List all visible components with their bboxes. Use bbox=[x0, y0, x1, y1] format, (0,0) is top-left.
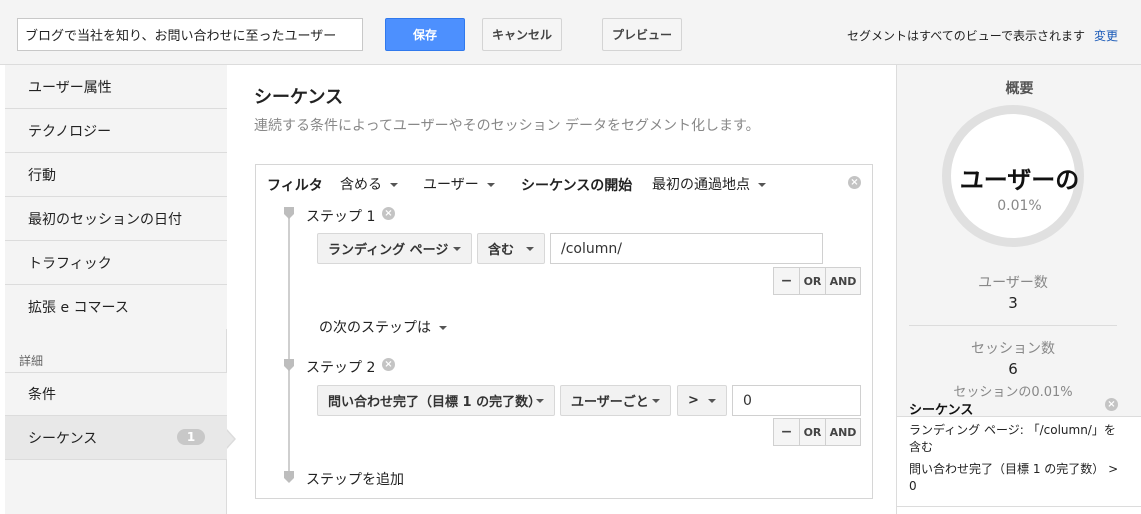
chevron-down-icon bbox=[708, 399, 716, 403]
remove-filter-icon[interactable]: × bbox=[848, 176, 861, 189]
step-1-dimension: ランディング ページ bbox=[328, 243, 449, 258]
and-button[interactable]: AND bbox=[825, 267, 861, 295]
remove-step-2-icon[interactable]: × bbox=[382, 358, 395, 371]
or-button[interactable]: OR bbox=[799, 267, 826, 295]
chevron-down-icon bbox=[526, 247, 534, 251]
page-description: 連続する条件によってユーザーやそのセッション データをセグメント化します。 bbox=[254, 118, 760, 134]
summary-divider bbox=[909, 325, 1117, 326]
step-2-label: ステップ 2 bbox=[306, 360, 376, 376]
step-1-condition-buttons: − OR AND bbox=[773, 267, 861, 295]
step-2-operator-dropdown[interactable]: > bbox=[677, 385, 727, 416]
scope-value: ユーザー bbox=[423, 177, 479, 193]
summary-step-2: 問い合わせ完了（目標 1 の完了数） > 0 bbox=[909, 462, 1119, 493]
step-2-value-input[interactable]: 0 bbox=[732, 385, 861, 416]
sequence-count-badge: 1 bbox=[177, 429, 205, 445]
or-button[interactable]: OR bbox=[799, 418, 826, 446]
step-2-per: ユーザーごと bbox=[571, 395, 649, 410]
sidebar-item-first-session-date[interactable]: 最初のセッションの日付 bbox=[5, 197, 227, 241]
remove-sequence-icon[interactable]: × bbox=[1105, 398, 1118, 411]
remove-condition-button[interactable]: − bbox=[773, 418, 800, 446]
chevron-down-icon bbox=[486, 183, 495, 187]
ring-label: ユーザーの bbox=[959, 166, 1080, 194]
step-1-operator: 含む bbox=[488, 243, 515, 258]
sidebar-item-label: シーケンス bbox=[28, 430, 98, 447]
chevron-down-icon bbox=[390, 183, 398, 187]
sidebar-item-sequences[interactable]: シーケンス 1 bbox=[5, 416, 227, 460]
step-2-condition-buttons: − OR AND bbox=[773, 418, 861, 446]
sessions-label: セッション数 bbox=[971, 341, 1055, 357]
and-button[interactable]: AND bbox=[825, 418, 861, 446]
step-1-value-input[interactable]: /column/ bbox=[550, 233, 823, 264]
step-1-operator-dropdown[interactable]: 含む bbox=[477, 233, 545, 264]
sequence-start-value: 最初の通過地点 bbox=[652, 177, 750, 193]
segment-name-input[interactable] bbox=[17, 18, 363, 51]
sidebar-item-technology[interactable]: テクノロジー bbox=[5, 109, 227, 153]
change-visibility-link[interactable]: 変更 bbox=[1094, 27, 1118, 44]
users-value: 3 bbox=[1008, 294, 1018, 312]
visibility-note: セグメントはすべてのビューで表示されます bbox=[847, 29, 1085, 43]
sidebar-item-demographics[interactable]: ユーザー属性 bbox=[5, 65, 227, 109]
step-2-dimension-dropdown[interactable]: 問い合わせ完了（目標 1 の完了数） bbox=[317, 385, 555, 416]
sidebar-item-label: 行動 bbox=[28, 167, 56, 184]
segment-editor: 保存 キャンセル プレビュー セグメントはすべてのビューで表示されます 変更 ユ… bbox=[0, 0, 1141, 514]
include-value: 含める bbox=[340, 177, 382, 193]
remove-step-1-icon[interactable]: × bbox=[382, 207, 395, 220]
sidebar-item-label: 最初のセッションの日付 bbox=[28, 211, 182, 228]
summary-title: 概要 bbox=[1005, 81, 1034, 97]
step-2-operator: > bbox=[688, 393, 699, 408]
sequence-timeline bbox=[288, 210, 290, 480]
step-1-dimension-dropdown[interactable]: ランディング ページ bbox=[317, 233, 472, 264]
next-step-label: の次のステップは bbox=[319, 320, 431, 336]
next-step-dropdown[interactable]: の次のステップは bbox=[319, 317, 447, 337]
users-label: ユーザー数 bbox=[978, 275, 1048, 291]
add-step-link[interactable]: ステップを追加 bbox=[306, 469, 404, 489]
remove-condition-button[interactable]: − bbox=[773, 267, 800, 295]
condition-category-sidebar: ユーザー属性 テクノロジー 行動 最初のセッションの日付 トラフィック 拡張 e… bbox=[5, 65, 227, 514]
sidebar-item-conditions[interactable]: 条件 bbox=[5, 372, 227, 416]
step-2-value: 0 bbox=[743, 392, 752, 409]
chevron-down-icon bbox=[758, 183, 766, 187]
step-2-dimension: 問い合わせ完了（目標 1 の完了数） bbox=[328, 395, 542, 410]
chevron-down-icon bbox=[536, 399, 544, 403]
sessions-value: 6 bbox=[1008, 360, 1018, 378]
step-1-value: /column/ bbox=[561, 240, 622, 257]
step-marker-icon bbox=[284, 207, 294, 219]
step-1-label: ステップ 1 bbox=[306, 209, 376, 225]
cancel-button[interactable]: キャンセル bbox=[482, 18, 562, 51]
sequence-start-dropdown[interactable]: 最初の通過地点 bbox=[652, 174, 766, 194]
page-title: シーケンス bbox=[254, 87, 344, 108]
filter-label: フィルタ bbox=[267, 178, 323, 194]
segment-toolbar: 保存 キャンセル プレビュー セグメントはすべてのビューで表示されます 変更 bbox=[0, 0, 1141, 65]
step-2-per-dropdown[interactable]: ユーザーごと bbox=[560, 385, 671, 416]
sidebar-item-behavior[interactable]: 行動 bbox=[5, 153, 227, 197]
sidebar-item-label: ユーザー属性 bbox=[28, 79, 112, 96]
summary-step-1: ランディング ページ: 「/column/」を含む bbox=[909, 423, 1116, 454]
include-dropdown[interactable]: 含める bbox=[340, 174, 398, 194]
summary-panel: 概要 ユーザーの 0.01% ユーザー数 3 セッション数 6 セッションの0.… bbox=[896, 65, 1141, 514]
sidebar-item-label: テクノロジー bbox=[28, 123, 112, 140]
save-button[interactable]: 保存 bbox=[385, 18, 465, 51]
sidebar-item-label: トラフィック bbox=[28, 255, 112, 272]
sequence-start-label: シーケンスの開始 bbox=[521, 178, 633, 194]
active-item-pointer bbox=[226, 429, 236, 449]
step-marker-icon bbox=[284, 359, 294, 371]
preview-button[interactable]: プレビュー bbox=[602, 18, 682, 51]
sessions-percent: セッションの0.01% bbox=[953, 385, 1073, 400]
sidebar-item-ecommerce[interactable]: 拡張 e コマース bbox=[5, 285, 227, 329]
sidebar-item-label: 拡張 e コマース bbox=[28, 300, 129, 316]
step-marker-icon bbox=[284, 471, 294, 483]
scope-dropdown[interactable]: ユーザー bbox=[423, 174, 495, 194]
summary-divider bbox=[897, 506, 1141, 507]
chevron-down-icon bbox=[439, 326, 447, 330]
chevron-down-icon bbox=[453, 247, 461, 251]
sidebar-item-traffic[interactable]: トラフィック bbox=[5, 241, 227, 285]
sidebar-item-label: 条件 bbox=[28, 387, 56, 403]
ring-percent: 0.01% bbox=[997, 198, 1042, 214]
chevron-down-icon bbox=[652, 399, 660, 403]
advanced-heading: 詳細 bbox=[19, 354, 44, 368]
